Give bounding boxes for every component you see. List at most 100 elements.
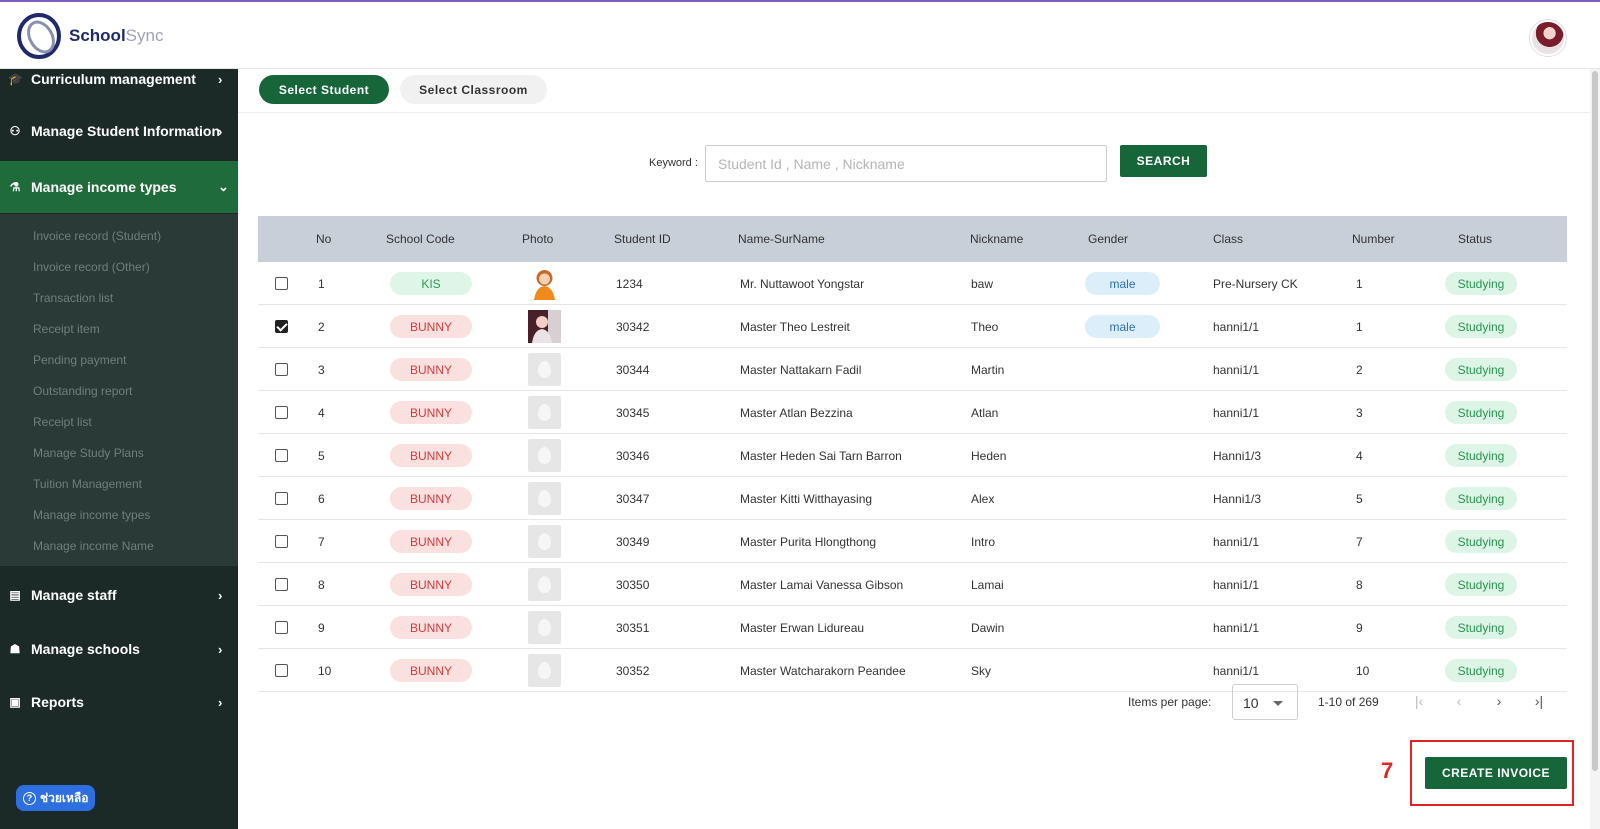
search-input[interactable] [705,145,1107,182]
scrollbar-thumb[interactable] [1592,71,1598,771]
cell-name: Master Theo Lestreit [740,320,850,334]
submenu-item[interactable]: Manage Study Plans [33,446,144,460]
question-icon: ? [23,791,36,805]
submenu-item[interactable]: Receipt item [33,322,100,336]
table-header: No School Code Photo Student ID Name-Sur… [258,216,1567,262]
sidebar-item-label: Manage staff [31,587,117,603]
sidebar-item-curriculum[interactable]: 🎓 Curriculum management › [0,53,238,105]
table-row[interactable]: 8 BUNNY 30350 Master Lamai Vanessa Gibso… [258,563,1567,606]
column-header: Gender [1088,232,1129,246]
sidebar-item-label: Curriculum management [31,71,196,87]
chevron-right-icon: › [218,587,223,603]
row-checkbox[interactable] [275,621,288,634]
first-page-icon[interactable]: |‹ [1407,689,1431,713]
submenu-item[interactable]: Manage income types [33,508,150,522]
submenu-item[interactable]: Transaction list [33,291,113,305]
table-row[interactable]: 4 BUNNY 30345 Master Atlan Bezzina Atlan… [258,391,1567,434]
sidebar-item-label: Manage income types [31,179,177,195]
cell-number: 9 [1356,621,1363,635]
cell-no: 9 [318,621,325,635]
cell-number: 1 [1356,277,1363,291]
submenu-item[interactable]: Tuition Management [33,477,142,491]
schools-icon: ☗ [9,642,21,656]
tab-select-classroom[interactable]: Select Classroom [400,75,547,104]
student-icon: ⚇ [9,124,21,138]
cell-nickname: Intro [971,535,996,549]
page-size-select[interactable]: 10 [1232,684,1298,720]
gender-badge: male [1085,272,1160,295]
brand-name[interactable]: SchoolSync [69,26,163,46]
sidebar-item-income-types[interactable]: ⚗ Manage income types ⌄ [0,161,238,213]
school-code-badge: BUNNY [390,616,472,639]
table-row[interactable]: 9 BUNNY 30351 Master Erwan Lidureau Dawi… [258,606,1567,649]
cell-no: 5 [318,449,325,463]
brand-part-2: Sync [125,26,164,45]
table-row[interactable]: 2 BUNNY 30342 Master Theo Lestreit Theo … [258,305,1567,348]
cell-name: Mr. Nuttawoot Yongstar [740,277,865,291]
last-page-icon[interactable]: ›| [1527,689,1551,713]
submenu-item[interactable]: Invoice record (Student) [33,229,161,243]
school-code-badge: BUNNY [390,401,472,424]
step-marker: 7 [1381,758,1394,783]
row-checkbox[interactable] [275,277,288,290]
table-row[interactable]: 7 BUNNY 30349 Master Purita Hlongthong I… [258,520,1567,563]
create-invoice-button[interactable]: CREATE INVOICE [1425,757,1567,789]
cell-student-id: 30349 [616,535,650,549]
row-checkbox[interactable] [275,664,288,677]
cell-class: hanni1/1 [1213,363,1260,377]
table-row[interactable]: 6 BUNNY 30347 Master Kitti Witthayasing … [258,477,1567,520]
help-button[interactable]: ? ช่วยเหลือ [16,785,95,811]
sidebar-item-reports[interactable]: ▣ Reports › [0,676,238,728]
school-code-badge: BUNNY [390,530,472,553]
column-header: Nickname [970,232,1024,246]
row-checkbox-checked[interactable] [275,320,288,333]
page-scrollbar[interactable] [1590,69,1600,829]
submenu-item[interactable]: Outstanding report [33,384,132,398]
chevron-right-icon: › [218,694,223,710]
app-header: SchoolSync [0,2,1600,69]
previous-page-icon[interactable]: ‹ [1447,689,1471,713]
table-row[interactable]: 5 BUNNY 30346 Master Heden Sai Tarn Barr… [258,434,1567,477]
sidebar-item-staff[interactable]: ▤ Manage staff › [0,569,238,621]
row-checkbox[interactable] [275,363,288,376]
sidebar-item-label: Reports [31,694,84,710]
column-header: Number [1352,232,1395,246]
cell-name: Master Atlan Bezzina [740,406,853,420]
sidebar-item-schools[interactable]: ☗ Manage schools › [0,623,238,675]
search-button[interactable]: SEARCH [1120,145,1207,177]
submenu-item[interactable]: Invoice record (Other) [33,260,150,274]
cell-class: Pre-Nursery CK [1213,277,1298,291]
row-checkbox[interactable] [275,535,288,548]
cell-no: 6 [318,492,325,506]
sidebar-item-student-info[interactable]: ⚇ Manage Student Information › [0,105,238,157]
next-page-icon[interactable]: › [1487,689,1511,713]
row-checkbox[interactable] [275,492,288,505]
status-badge: Studying [1445,401,1517,424]
status-badge: Studying [1445,530,1517,553]
user-avatar[interactable] [1530,20,1566,56]
page-range-label: 1-10 of 269 [1318,695,1379,709]
row-checkbox[interactable] [275,578,288,591]
status-badge: Studying [1445,659,1517,682]
column-header: Class [1213,232,1244,246]
school-code-badge: BUNNY [390,358,472,381]
column-header: Status [1458,232,1493,246]
table-row[interactable]: 3 BUNNY 30344 Master Nattakarn Fadil Mar… [258,348,1567,391]
cell-number: 5 [1356,492,1363,506]
status-badge: Studying [1445,444,1517,467]
cell-student-id: 30342 [616,320,650,334]
status-badge: Studying [1445,315,1517,338]
tab-select-student[interactable]: Select Student [259,75,389,104]
submenu-item[interactable]: Pending payment [33,353,126,367]
submenu-item[interactable]: Receipt list [33,415,92,429]
cell-class: hanni1/1 [1213,578,1260,592]
cell-student-id: 30347 [616,492,650,506]
table-row[interactable]: 1 KIS 1234 Mr. Nuttawoot Yongstar baw ma… [258,262,1567,305]
brand-part-1: School [69,26,126,45]
cell-no: 8 [318,578,325,592]
row-checkbox[interactable] [275,449,288,462]
cell-name: Master Kitti Witthayasing [740,492,873,506]
cell-no: 7 [318,535,325,549]
submenu-item[interactable]: Manage income Name [33,539,154,553]
row-checkbox[interactable] [275,406,288,419]
